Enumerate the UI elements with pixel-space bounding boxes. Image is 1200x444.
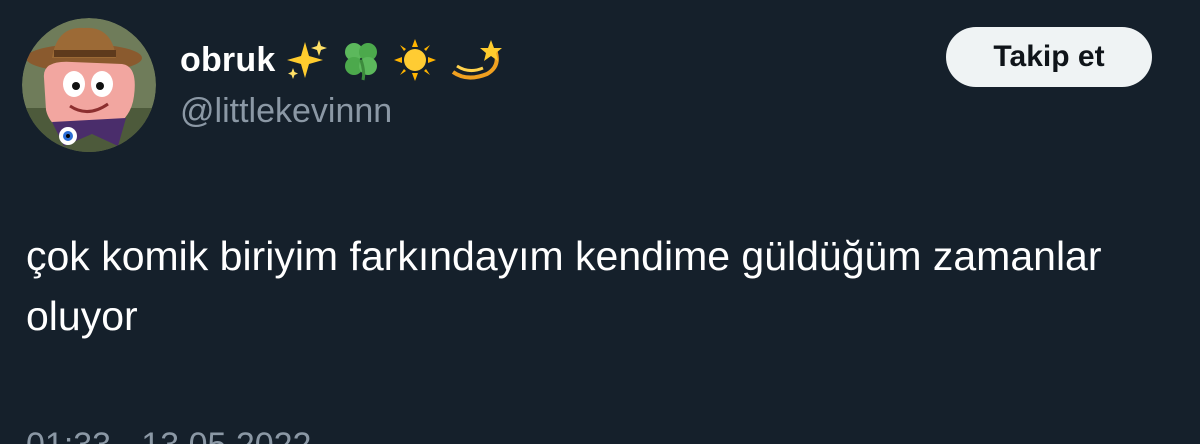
- dizzy-star-icon: [447, 38, 503, 82]
- user-handle[interactable]: @littlekevinnn: [180, 92, 392, 131]
- display-name[interactable]: obruk: [180, 36, 503, 84]
- sun-icon: [393, 38, 437, 82]
- display-name-text: obruk: [180, 40, 276, 79]
- avatar[interactable]: [22, 18, 156, 152]
- tweet-card: obruk @littlekevinnn Takip et çok komik …: [0, 0, 1200, 444]
- follow-button[interactable]: Takip et: [946, 27, 1152, 87]
- tweet-text: çok komik biriyim farkındayım kendime gü…: [26, 233, 1113, 339]
- tweet-timestamp[interactable]: 01:33 · 13.05.2022: [26, 426, 311, 444]
- sparkles-icon: [285, 38, 329, 82]
- four-leaf-clover-icon: [339, 38, 383, 82]
